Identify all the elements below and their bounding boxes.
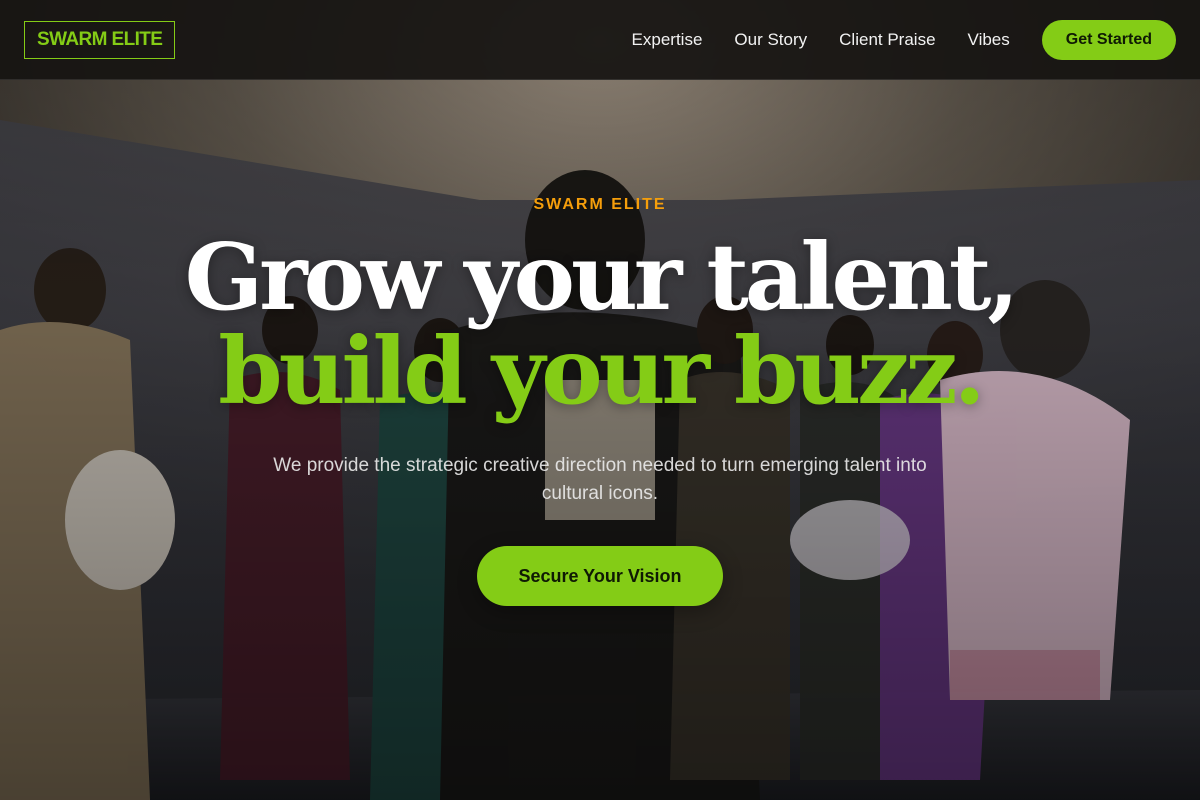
secure-your-vision-button[interactable]: Secure Your Vision	[477, 546, 723, 606]
get-started-button[interactable]: Get Started	[1041, 19, 1176, 60]
headline-line-2: build your buzz.	[218, 317, 985, 425]
nav-link-our-story[interactable]: Our Story	[734, 30, 807, 50]
nav-link-expertise[interactable]: Expertise	[632, 30, 703, 50]
nav-link-vibes[interactable]: Vibes	[968, 30, 1010, 50]
logo[interactable]: SWARM ELITE	[24, 20, 176, 59]
hero-section: SWARM ELITE Grow your talent, build your…	[0, 80, 1200, 800]
site-header: SWARM ELITE Expertise Our Story Client P…	[0, 0, 1200, 80]
nav-link-client-praise[interactable]: Client Praise	[839, 30, 935, 50]
main-nav: Expertise Our Story Client Praise Vibes …	[632, 19, 1176, 60]
hero-headline: Grow your talent, build your buzz.	[0, 230, 1200, 418]
headline-line-1: Grow your talent,	[184, 223, 1020, 331]
hero-eyebrow: SWARM ELITE	[533, 196, 667, 213]
hero-subtext: We provide the strategic creative direct…	[273, 455, 927, 504]
